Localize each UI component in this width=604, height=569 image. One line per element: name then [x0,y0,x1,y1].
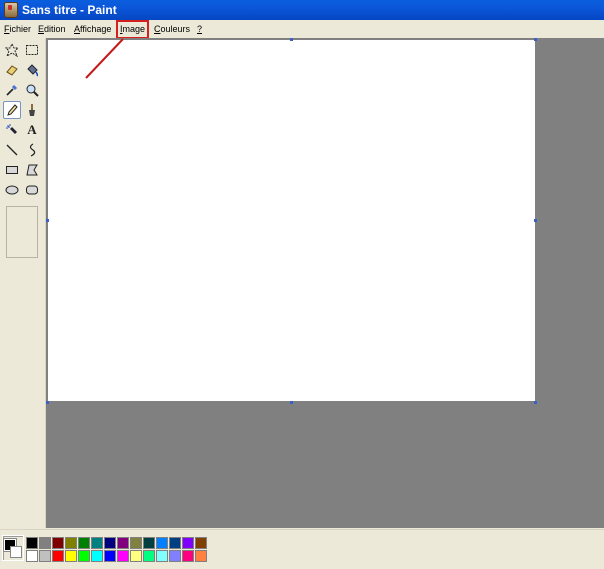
menu-help[interactable]: ? [197,23,202,35]
line-icon[interactable] [3,141,21,159]
window-title: Sans titre - Paint [22,3,117,17]
palette-color-swatch[interactable] [182,550,194,562]
eraser-icon[interactable] [3,61,21,79]
palette-color-swatch[interactable] [91,537,103,549]
palette-color-swatch[interactable] [169,550,181,562]
palette-color-swatch[interactable] [91,550,103,562]
rounded-rect-icon[interactable] [23,181,41,199]
palette-color-swatch[interactable] [195,550,207,562]
menu-label: ffichage [80,24,112,34]
palette-color-swatch[interactable] [65,550,77,562]
drawing-canvas[interactable] [48,40,535,401]
canvas-handle [46,219,49,222]
palette-color-swatch[interactable] [104,550,116,562]
polygon-icon[interactable] [23,161,41,179]
palette-color-swatch[interactable] [26,537,38,549]
pencil-icon[interactable] [3,101,21,119]
title-bar: Sans titre - Paint [0,0,604,20]
canvas-resize-handle-right[interactable] [534,219,537,222]
palette-color-swatch[interactable] [52,537,64,549]
magnifier-icon[interactable] [23,81,41,99]
menu-label: dition [44,24,66,34]
palette-color-swatch[interactable] [156,550,168,562]
menu-couleurs[interactable]: Couleurs [154,23,190,35]
free-form-select-icon[interactable] [3,41,21,59]
ellipse-icon[interactable] [3,181,21,199]
palette-color-swatch[interactable] [143,537,155,549]
palette-color-swatch[interactable] [195,537,207,549]
palette-color-swatch[interactable] [130,537,142,549]
image-menu-highlight-box [116,20,149,39]
fill-bucket-icon[interactable] [23,61,41,79]
canvas-resize-handle-corner[interactable] [534,401,537,404]
palette-color-swatch[interactable] [78,537,90,549]
canvas-resize-handle-bottom[interactable] [290,401,293,404]
tool-options-box[interactable] [6,206,38,258]
airbrush-icon[interactable] [3,121,21,139]
canvas-handle [46,401,49,404]
menu-fichier[interactable]: Fichier [4,23,31,35]
background-color [10,546,22,558]
palette-color-swatch[interactable] [39,537,51,549]
menu-bar: Fichier Edition Affichage Image Couleurs… [0,20,604,37]
tool-box: A [0,38,46,528]
palette-color-swatch[interactable] [156,537,168,549]
text-icon[interactable]: A [23,121,41,139]
palette-color-swatch[interactable] [26,550,38,562]
menu-affichage[interactable]: Affichage [74,23,111,35]
color-palette-bar [0,529,604,569]
canvas-handle [534,38,537,41]
palette-color-swatch[interactable] [169,537,181,549]
paint-app-icon[interactable] [4,2,18,18]
menu-edition[interactable]: Edition [38,23,66,35]
palette-color-swatch[interactable] [143,550,155,562]
palette-color-swatch[interactable] [65,537,77,549]
palette-color-swatch[interactable] [104,537,116,549]
palette-color-swatch[interactable] [39,550,51,562]
brush-icon[interactable] [23,101,41,119]
rect-select-icon[interactable] [23,41,41,59]
curve-icon[interactable] [23,141,41,159]
menu-accel: ? [197,24,203,34]
color-picker-icon[interactable] [3,81,21,99]
palette-color-swatch[interactable] [117,537,129,549]
palette-color-swatch[interactable] [182,537,194,549]
palette-color-swatch[interactable] [117,550,129,562]
menu-label: ouleurs [160,24,191,34]
menu-label: ichier [9,24,32,34]
canvas-handle [290,38,293,41]
palette-color-swatch[interactable] [130,550,142,562]
palette-color-swatch[interactable] [78,550,90,562]
palette-color-swatch[interactable] [52,550,64,562]
rectangle-icon[interactable] [3,161,21,179]
